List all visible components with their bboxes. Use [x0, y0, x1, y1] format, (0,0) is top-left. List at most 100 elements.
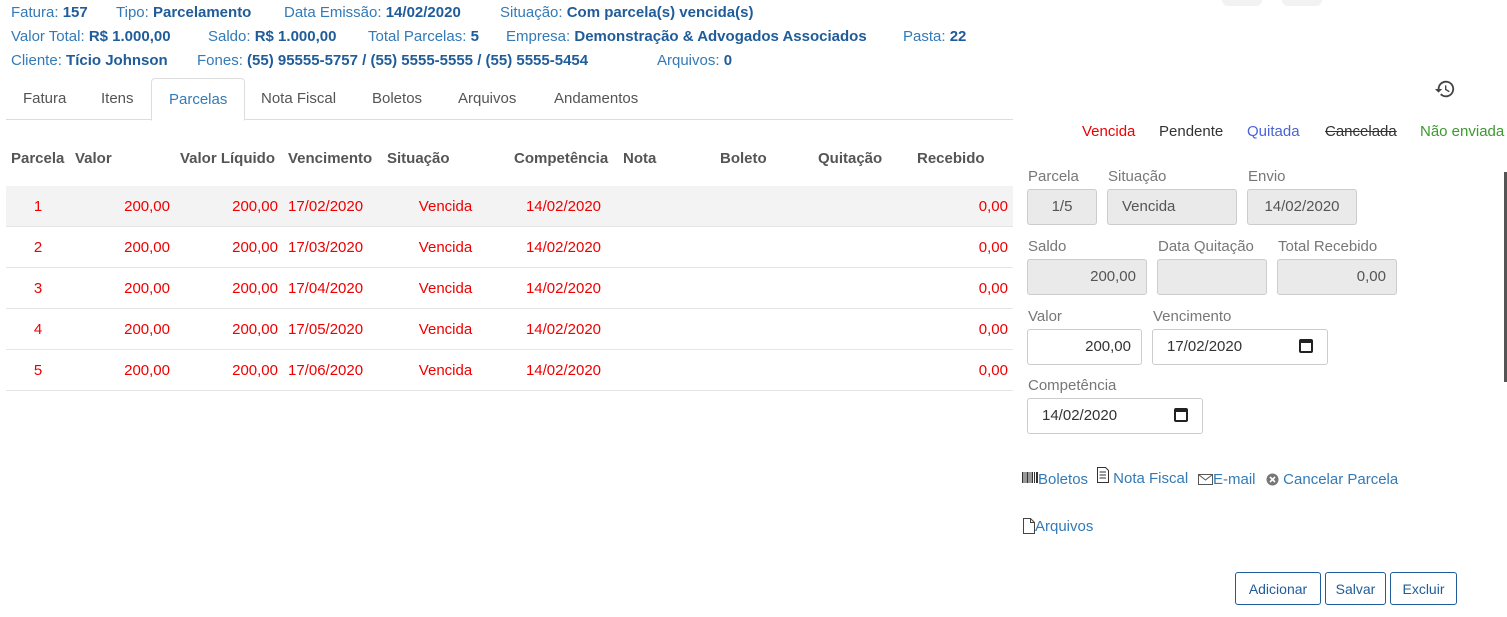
- cell-competencia: 14/02/2020: [509, 349, 618, 391]
- competencia-value: 14/02/2020: [1042, 407, 1118, 424]
- boletos-link[interactable]: Boletos: [1022, 471, 1088, 488]
- parcela-field: 1/5: [1027, 189, 1097, 225]
- cell-valor: 200,00: [70, 267, 175, 309]
- parcelas-table: Parcela Valor Valor Líquido Vencimento S…: [6, 130, 1013, 391]
- competencia-date-input[interactable]: 14/02/2020: [1027, 398, 1203, 434]
- table-row[interactable]: 1 200,00 200,00 17/02/2020 Vencida 14/02…: [6, 186, 1013, 227]
- cell-competencia: 14/02/2020: [509, 226, 618, 268]
- vencimento-date-input[interactable]: 17/02/2020: [1152, 329, 1328, 365]
- document-icon: [1097, 467, 1109, 483]
- adicionar-button[interactable]: Adicionar: [1235, 572, 1321, 605]
- saldo-field-label: Saldo: [1028, 238, 1067, 255]
- col-competencia[interactable]: Competência: [509, 130, 618, 186]
- table-row[interactable]: 2 200,00 200,00 17/03/2020 Vencida 14/02…: [6, 226, 1013, 268]
- tab-parcelas[interactable]: Parcelas: [151, 78, 246, 121]
- col-situacao[interactable]: Situação: [382, 130, 509, 186]
- excluir-button[interactable]: Excluir: [1390, 572, 1457, 605]
- col-recebido[interactable]: Recebido: [912, 130, 1013, 186]
- cell-quitacao: [813, 186, 912, 227]
- legend-nao-enviada: Não enviada: [1420, 123, 1505, 140]
- cell-boleto: [715, 308, 813, 350]
- tipo-value: Parcelamento: [152, 4, 252, 21]
- cell-quitacao: [813, 349, 912, 391]
- tab-nota-fiscal[interactable]: Nota Fiscal: [244, 78, 353, 118]
- tab-itens[interactable]: Itens: [84, 78, 151, 118]
- emissao-value: 14/02/2020: [385, 4, 461, 21]
- parcela-label: Parcela: [1028, 168, 1079, 185]
- tab-fatura[interactable]: Fatura: [6, 78, 83, 118]
- fones-value: (55) 95555-5757 / (55) 5555-5555 / (55) …: [247, 52, 589, 69]
- cell-vencimento: 17/06/2020: [283, 349, 382, 391]
- cell-situacao: Vencida: [382, 349, 509, 391]
- col-vencimento[interactable]: Vencimento: [283, 130, 382, 186]
- tab-arquivos[interactable]: Arquivos: [441, 78, 533, 118]
- cell-liquido: 200,00: [175, 186, 283, 227]
- arquivos-link[interactable]: Arquivos: [1023, 518, 1093, 535]
- calendar-icon[interactable]: [1299, 339, 1313, 353]
- cell-liquido: 200,00: [175, 308, 283, 350]
- saldo-label: Saldo:: [208, 28, 251, 45]
- cell-situacao: Vencida: [382, 226, 509, 268]
- cancelar-parcela-link-label: Cancelar Parcela: [1283, 471, 1399, 488]
- cell-recebido: 0,00: [912, 226, 1013, 268]
- cancelar-parcela-link[interactable]: Cancelar Parcela: [1266, 471, 1398, 488]
- col-quitacao[interactable]: Quitação: [813, 130, 912, 186]
- cell-nota: [618, 226, 715, 268]
- tab-boletos[interactable]: Boletos: [355, 78, 439, 118]
- legend-cancelada: Cancelada: [1325, 123, 1397, 140]
- cell-liquido: 200,00: [175, 349, 283, 391]
- cell-situacao: Vencida: [382, 308, 509, 350]
- email-link[interactable]: E-mail: [1198, 471, 1256, 488]
- col-boleto[interactable]: Boleto: [715, 130, 813, 186]
- cell-parcela: 5: [6, 349, 70, 391]
- col-parcela[interactable]: Parcela: [6, 130, 70, 186]
- arquivos-label: Arquivos:: [657, 52, 720, 69]
- valor-total-label: Valor Total:: [11, 28, 85, 45]
- nota-fiscal-link-label: Nota Fiscal: [1113, 470, 1189, 487]
- cell-vencimento: 17/05/2020: [283, 308, 382, 350]
- empresa-label: Empresa:: [506, 28, 571, 45]
- data-quitacao-label: Data Quitação: [1158, 238, 1254, 255]
- table-row[interactable]: 5 200,00 200,00 17/06/2020 Vencida 14/02…: [6, 349, 1013, 391]
- table-row[interactable]: 3 200,00 200,00 17/04/2020 Vencida 14/02…: [6, 267, 1013, 309]
- situacao-field: Vencida: [1107, 189, 1237, 225]
- nota-fiscal-link[interactable]: Nota Fiscal: [1097, 467, 1188, 487]
- col-valor[interactable]: Valor: [70, 130, 175, 186]
- col-nota[interactable]: Nota: [618, 130, 715, 186]
- cell-valor: 200,00: [70, 308, 175, 350]
- table-row[interactable]: 4 200,00 200,00 17/05/2020 Vencida 14/02…: [6, 308, 1013, 350]
- cell-nota: [618, 308, 715, 350]
- cell-vencimento: 17/02/2020: [283, 186, 382, 227]
- valor-field-label: Valor: [1028, 308, 1062, 325]
- fones-label: Fones:: [197, 52, 243, 69]
- envelope-icon: [1198, 474, 1213, 485]
- cell-situacao: Vencida: [382, 186, 509, 227]
- pasta-value: 22: [949, 28, 967, 45]
- situacao-field-label: Situação: [1108, 168, 1167, 185]
- cell-valor: 200,00: [70, 186, 175, 227]
- competencia-field-label: Competência: [1028, 377, 1117, 394]
- cell-competencia: 14/02/2020: [509, 267, 618, 309]
- saldo-value: R$ 1.000,00: [254, 28, 337, 45]
- situacao-value: Com parcela(s) vencida(s): [566, 4, 754, 21]
- col-valor-liquido[interactable]: Valor Líquido: [175, 130, 283, 186]
- cliente-value: Tício Johnson: [66, 52, 168, 69]
- cell-competencia: 14/02/2020: [509, 308, 618, 350]
- envio-field: 14/02/2020: [1247, 189, 1357, 225]
- valor-input[interactable]: 200,00: [1027, 329, 1142, 365]
- cell-liquido: 200,00: [175, 226, 283, 268]
- situacao-label: Situação:: [500, 4, 563, 21]
- calendar-icon[interactable]: [1174, 408, 1188, 422]
- tipo-label: Tipo:: [116, 4, 149, 21]
- decorative-shape: [1222, 0, 1262, 6]
- tab-andamentos[interactable]: Andamentos: [537, 78, 655, 118]
- legend-quitada: Quitada: [1247, 123, 1300, 140]
- salvar-button[interactable]: Salvar: [1325, 572, 1386, 605]
- history-icon[interactable]: [1434, 78, 1456, 100]
- cell-nota: [618, 349, 715, 391]
- fatura-value: 157: [62, 4, 88, 21]
- cliente-label: Cliente:: [11, 52, 62, 69]
- cell-situacao: Vencida: [382, 267, 509, 309]
- cancel-circle-icon: [1266, 473, 1279, 486]
- saldo-field: 200,00: [1027, 259, 1147, 295]
